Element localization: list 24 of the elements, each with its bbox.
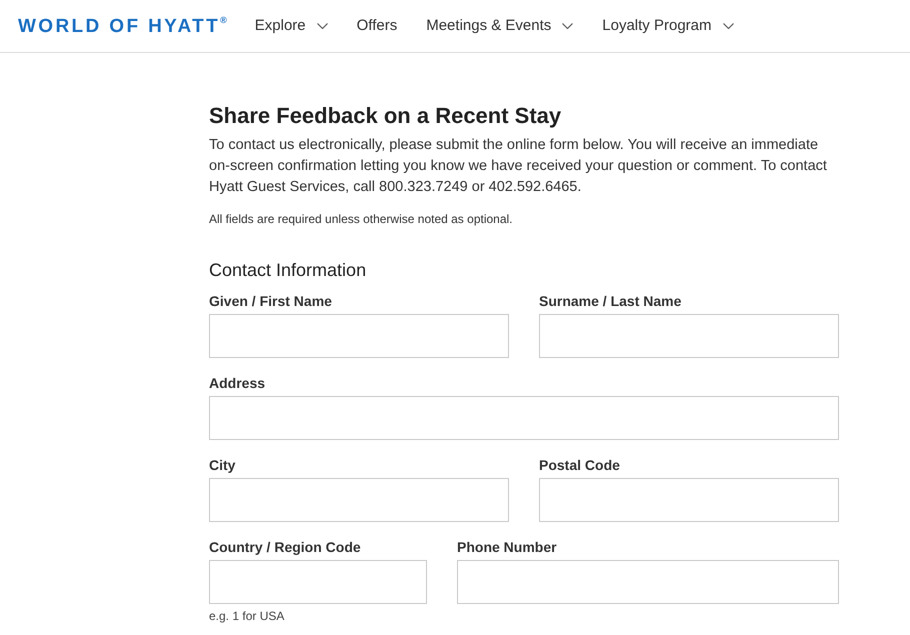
intro-paragraph: To contact us electronically, please submit the online form below. You will receive an immediate on-screen confirmation letting you know we have received your question or comment. To contact Hyatt Guest Services, call 800.323.7249 or 402.592.6465. — [209, 136, 828, 197]
page-title: Share Feedback on a Recent Stay — [209, 103, 562, 129]
nav-item[interactable]: Meetings & Events — [426, 16, 574, 36]
input-field[interactable] — [209, 314, 509, 358]
input-field[interactable] — [209, 560, 427, 604]
input-field[interactable] — [539, 314, 839, 358]
required-fields-note: All fields are required unless otherwise noted as optional. — [209, 211, 514, 228]
field-label: City — [209, 456, 236, 475]
field-label: Postal Code — [539, 456, 620, 475]
nav-item[interactable]: Explore — [254, 16, 328, 36]
nav-item[interactable]: Offers — [356, 16, 398, 36]
field-label: Surname / Last Name — [539, 292, 682, 311]
field-label: Given / First Name — [209, 292, 332, 311]
field-label: Country / Region Code — [209, 538, 361, 557]
input-field[interactable] — [209, 396, 839, 440]
section-heading: Contact Information — [209, 259, 368, 282]
field-hint: e.g. 1 for USA — [209, 608, 284, 624]
input-field[interactable] — [209, 478, 509, 522]
input-field[interactable] — [457, 560, 839, 604]
field-label: Address — [209, 374, 266, 393]
nav-item[interactable]: Loyalty Program — [602, 16, 734, 36]
input-field[interactable] — [539, 478, 839, 522]
brand-logo[interactable]: WORLD OF HYATT$^{®}$ — [18, 16, 227, 36]
field-label: Phone Number — [457, 538, 557, 557]
